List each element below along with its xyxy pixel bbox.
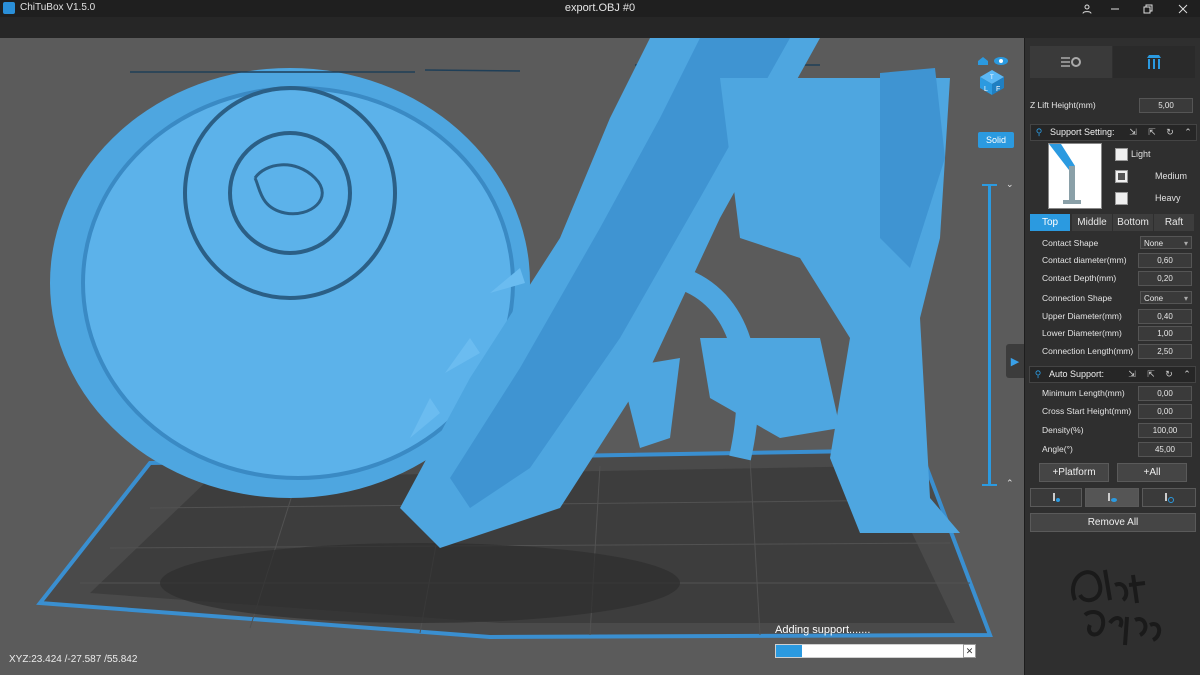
light-checkbox[interactable] [1115, 148, 1128, 161]
3d-viewport[interactable]: L F T Solid ⌄ ⌃ ▶ XYZ:23.424 /-27.587 /5… [0, 38, 1024, 675]
import-icon[interactable]: ⇲ [1128, 127, 1138, 137]
density-input[interactable]: 100,00 [1138, 423, 1192, 438]
contact-diameter-row: Contact diameter(mm) 0,60 [1042, 252, 1194, 269]
close-button[interactable] [1168, 0, 1198, 17]
connection-shape-select[interactable]: Cone [1140, 291, 1192, 305]
upper-diameter-label: Upper Diameter(mm) [1042, 311, 1122, 321]
density-row: Density(%) 100,00 [1042, 422, 1194, 439]
minimum-length-label: Minimum Length(mm) [1042, 388, 1125, 398]
tab-middle[interactable]: Middle [1072, 214, 1112, 231]
z-lift-row: Z Lift Height(mm) 5,00 [1030, 97, 1195, 114]
light-label: Light [1131, 149, 1151, 159]
collapse-chevron-icon[interactable]: ⌃ [1183, 127, 1193, 137]
cross-start-height-row: Cross Start Height(mm) 0,00 [1042, 403, 1194, 420]
minimum-length-row: Minimum Length(mm) 0,00 [1042, 385, 1194, 402]
support-tool-single-icon[interactable] [1030, 488, 1082, 507]
support-tab-icon [1147, 55, 1161, 69]
auto-export-icon[interactable]: ⇱ [1146, 369, 1156, 379]
contact-shape-label: Contact Shape [1042, 238, 1099, 248]
svg-text:L: L [984, 86, 988, 93]
contact-shape-row: Contact Shape None [1042, 235, 1194, 252]
layer-slider-track[interactable] [988, 186, 991, 486]
layer-slider-bottom-handle[interactable] [982, 484, 997, 486]
panel-collapse-arrow-icon[interactable]: ▶ [1006, 344, 1024, 378]
remove-all-button[interactable]: Remove All [1030, 513, 1196, 532]
lower-diameter-row: Lower Diameter(mm) 1,00 [1042, 325, 1194, 342]
model-shadow [160, 543, 680, 623]
medium-label: Medium [1155, 171, 1188, 181]
contact-depth-label: Contact Depth(mm) [1042, 273, 1117, 283]
progress-fill [776, 645, 803, 657]
cursor-coordinates: XYZ:23.424 /-27.587 /55.842 [9, 654, 138, 665]
support-setting-icon: ⚲ [1035, 127, 1043, 137]
reset-icon[interactable]: ↻ [1165, 127, 1175, 137]
artist-signature-logo [1071, 569, 1162, 646]
display-mode-button[interactable]: Solid [978, 132, 1014, 148]
support-tool-erase-icon[interactable] [1142, 488, 1196, 507]
progress-label: Adding support....... [775, 624, 871, 636]
export-icon[interactable]: ⇱ [1147, 127, 1157, 137]
minimum-length-input[interactable]: 0,00 [1138, 386, 1192, 401]
tab-settings[interactable] [1030, 46, 1112, 78]
auto-collapse-chevron-icon[interactable]: ⌃ [1182, 369, 1192, 379]
scene-render [36, 38, 993, 640]
minimize-button[interactable] [1100, 0, 1130, 17]
cross-start-height-input[interactable]: 0,00 [1138, 404, 1192, 419]
svg-text:T: T [990, 75, 994, 81]
support-preview-image [1048, 143, 1102, 209]
connection-length-label: Connection Length(mm) [1042, 346, 1134, 356]
upper-diameter-input[interactable]: 0,40 [1138, 309, 1192, 324]
progress-bar [775, 644, 965, 658]
lower-diameter-label: Lower Diameter(mm) [1042, 328, 1122, 338]
settings-gear-icon [1061, 57, 1081, 67]
contact-depth-row: Contact Depth(mm) 0,20 [1042, 270, 1194, 287]
angle-input[interactable]: 45,00 [1138, 442, 1192, 457]
restore-button[interactable] [1133, 0, 1163, 17]
auto-support-title: Auto Support: [1049, 369, 1105, 379]
support-setting-title: Support Setting: [1050, 127, 1115, 137]
title-bar: ChiTuBox V1.5.0 export.OBJ #0 [0, 0, 1200, 17]
connection-shape-row: Connection Shape Cone [1042, 290, 1194, 307]
view-cube-icon[interactable]: L F T [974, 55, 1010, 95]
contact-diameter-label: Contact diameter(mm) [1042, 255, 1127, 265]
connection-shape-label: Connection Shape [1042, 293, 1112, 303]
user-icon[interactable] [1072, 0, 1102, 17]
angle-label: Angle(°) [1042, 444, 1073, 454]
auto-reset-icon[interactable]: ↻ [1164, 369, 1174, 379]
heavy-checkbox[interactable] [1115, 192, 1128, 205]
add-platform-button[interactable]: +Platform [1039, 463, 1109, 482]
document-title: export.OBJ #0 [564, 2, 636, 14]
z-lift-label: Z Lift Height(mm) [1030, 100, 1096, 110]
support-setting-header: ⚲ Support Setting: ⇲ ⇱ ↻ ⌃ [1030, 124, 1197, 141]
auto-import-icon[interactable]: ⇲ [1127, 369, 1137, 379]
medium-checkbox[interactable] [1115, 170, 1128, 183]
lower-diameter-input[interactable]: 1,00 [1138, 326, 1192, 341]
tab-top[interactable]: Top [1030, 214, 1070, 231]
tab-raft[interactable]: Raft [1154, 214, 1194, 231]
auto-support-icon: ⚲ [1034, 369, 1042, 379]
tab-bottom[interactable]: Bottom [1113, 214, 1153, 231]
layer-up-chevron-icon[interactable]: ⌄ [1006, 179, 1014, 190]
auto-support-header: ⚲ Auto Support: ⇲ ⇱ ↻ ⌃ [1029, 366, 1196, 383]
cross-start-height-label: Cross Start Height(mm) [1042, 406, 1132, 416]
contact-shape-select[interactable]: None [1140, 236, 1192, 250]
contact-diameter-input[interactable]: 0,60 [1138, 253, 1192, 268]
angle-row: Angle(°) 45,00 [1042, 441, 1194, 458]
add-all-button[interactable]: +All [1117, 463, 1187, 482]
svg-text:F: F [996, 86, 1000, 93]
toolbar [0, 17, 1200, 39]
support-tool-brush-icon[interactable] [1085, 488, 1139, 507]
progress-cancel-icon[interactable]: ✕ [963, 644, 976, 658]
z-lift-input[interactable]: 5,00 [1139, 98, 1193, 113]
density-label: Density(%) [1042, 425, 1084, 435]
contact-depth-input[interactable]: 0,20 [1138, 271, 1192, 286]
connection-length-row: Connection Length(mm) 2,50 [1042, 343, 1194, 360]
tab-supports[interactable] [1113, 46, 1195, 78]
layer-down-chevron-icon[interactable]: ⌃ [1006, 478, 1014, 489]
heavy-label: Heavy [1155, 193, 1181, 203]
connection-length-input[interactable]: 2,50 [1138, 344, 1192, 359]
upper-diameter-row: Upper Diameter(mm) 0,40 [1042, 308, 1194, 325]
